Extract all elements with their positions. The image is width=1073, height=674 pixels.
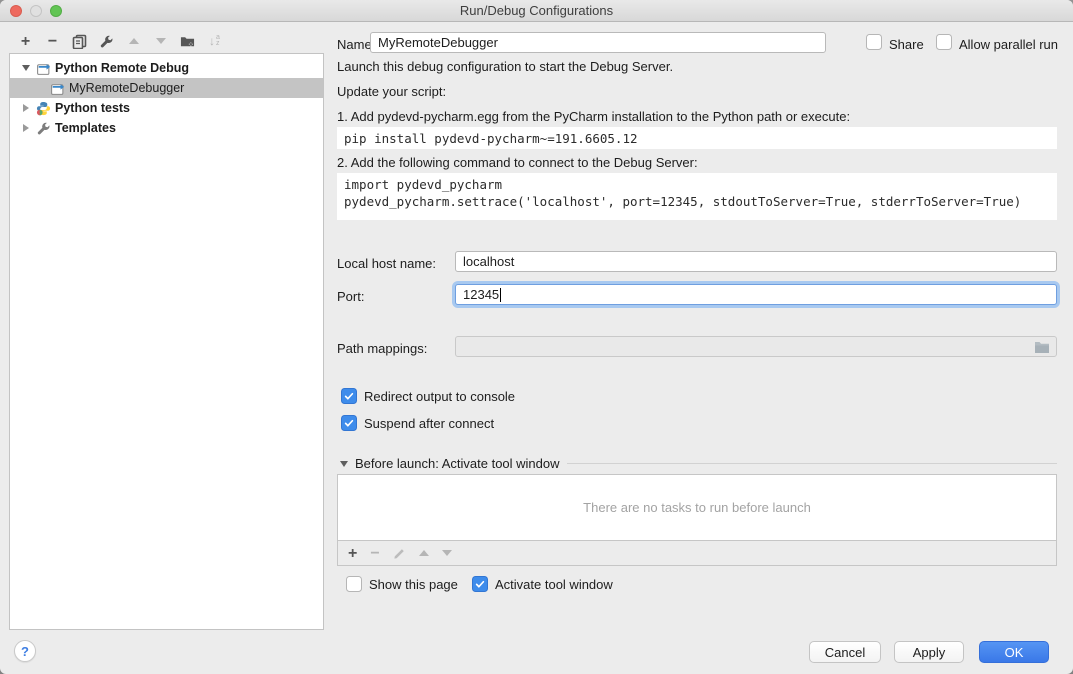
move-down-icon[interactable] [153,34,168,49]
collapsed-chevron-icon[interactable] [20,124,32,132]
suspend-after-connect-label: Suspend after connect [364,416,494,431]
share-label: Share [889,37,924,52]
before-launch-header[interactable]: Before launch: Activate tool window [340,456,1057,471]
allow-parallel-run-checkbox[interactable] [936,34,952,50]
collapsed-chevron-icon[interactable] [20,104,32,112]
remote-debug-config-icon [50,81,65,96]
activate-tool-window-label: Activate tool window [495,577,613,592]
titlebar: Run/Debug Configurations [0,0,1073,22]
path-mappings-input[interactable] [455,336,1057,357]
redirect-output-row: Redirect output to console [341,388,515,404]
tree-item-python-remote-debug[interactable]: Python Remote Debug [10,58,323,78]
port-input[interactable]: 12345 [455,284,1057,305]
move-task-up-icon[interactable] [419,550,429,556]
local-host-name-label: Local host name: [337,256,436,271]
share-checkbox[interactable] [866,34,882,50]
port-value: 12345 [463,287,499,302]
local-host-name-input[interactable] [455,251,1057,272]
cancel-button[interactable]: Cancel [809,641,881,663]
help-button[interactable]: ? [14,640,36,662]
allow-parallel-run-label: Allow parallel run [959,37,1058,52]
show-this-page-checkbox[interactable] [346,576,362,592]
suspend-after-connect-row: Suspend after connect [341,415,494,431]
configurations-toolbar: + − ↓az [18,31,222,51]
tree-item-myremotedebugger[interactable]: MyRemoteDebugger [10,78,323,98]
show-this-page-row: Show this page [346,576,458,592]
text-caret [500,288,501,302]
window-title: Run/Debug Configurations [0,3,1073,18]
configurations-tree: Python Remote Debug MyRemoteDebugger Pyt… [9,53,324,630]
run-debug-configurations-dialog: Run/Debug Configurations + − ↓az Python … [0,0,1073,674]
settrace-code-line2: pydevd_pycharm.settrace('localhost', por… [344,193,1050,210]
move-up-icon[interactable] [126,34,141,49]
step1-text: 1. Add pydevd-pycharm.egg from the PyCha… [337,109,850,124]
remove-configuration-icon[interactable]: − [45,34,60,49]
move-task-down-icon[interactable] [442,550,452,556]
tree-item-python-tests[interactable]: Python tests [10,98,323,118]
question-mark-icon: ? [21,644,29,659]
settrace-code[interactable]: import pydevd_pycharm pydevd_pycharm.set… [337,173,1057,220]
ok-button[interactable]: OK [979,641,1049,663]
name-input[interactable] [370,32,826,53]
add-configuration-icon[interactable]: + [18,34,33,49]
tree-item-label: Python tests [55,101,130,115]
suspend-after-connect-checkbox[interactable] [341,415,357,431]
edit-task-pencil-icon[interactable] [393,547,406,560]
before-launch-title: Before launch: Activate tool window [355,456,560,471]
activate-tool-window-checkbox[interactable] [472,576,488,592]
step2-text: 2. Add the following command to connect … [337,155,698,170]
tree-item-label: MyRemoteDebugger [69,81,184,95]
apply-button[interactable]: Apply [894,641,964,663]
remove-task-icon[interactable]: − [370,546,379,561]
python-tests-icon [36,101,51,116]
before-launch-toolbar: + − [337,541,1057,566]
path-mappings-label: Path mappings: [337,341,427,356]
templates-wrench-icon [36,121,51,136]
redirect-output-label: Redirect output to console [364,389,515,404]
browse-folder-icon[interactable] [1034,340,1050,354]
new-folder-icon[interactable] [180,34,195,49]
tree-item-templates[interactable]: Templates [10,118,323,138]
add-task-icon[interactable]: + [348,546,357,561]
redirect-output-checkbox[interactable] [341,388,357,404]
copy-configuration-icon[interactable] [72,34,87,49]
settrace-code-line1: import pydevd_pycharm [344,176,1050,193]
activate-tool-window-row: Activate tool window [472,576,613,592]
collapse-section-icon[interactable] [340,461,348,467]
intro-text: Launch this debug configuration to start… [337,59,673,74]
expanded-chevron-icon[interactable] [20,65,32,71]
port-label: Port: [337,289,364,304]
remote-debug-config-icon [36,61,51,76]
section-divider [567,463,1057,464]
pip-install-code[interactable]: pip install pydevd-pycharm~=191.6605.12 [337,127,1057,149]
tree-item-label: Python Remote Debug [55,61,189,75]
sort-alphabetically-icon[interactable]: ↓az [207,34,222,49]
empty-tasks-text: There are no tasks to run before launch [583,500,811,515]
update-script-text: Update your script: [337,84,446,99]
show-this-page-label: Show this page [369,577,458,592]
edit-templates-wrench-icon[interactable] [99,34,114,49]
tree-item-label: Templates [55,121,116,135]
before-launch-task-list[interactable]: There are no tasks to run before launch [337,474,1057,541]
